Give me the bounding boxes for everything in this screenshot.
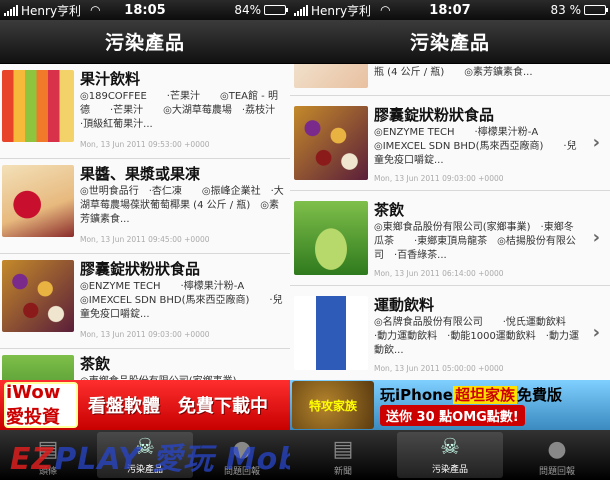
tab-news[interactable]: ▤ 新聞	[290, 430, 396, 480]
list-item[interactable]: 果醬、果漿或果凍 ◎世明食品行 ·杏仁凍 ◎振峰企業社 ·大湖草莓農場葆狀葡萄椰果…	[0, 159, 290, 254]
speech-bubble-icon: ●	[232, 437, 252, 462]
product-thumbnail	[294, 106, 368, 180]
list-item[interactable]: 果汁飲料 ◎189COFFEE ·芒果汁 ◎TEA館 - 明德 ·芒果汁 ◎大湖草…	[0, 64, 290, 159]
list-item[interactable]: 膠囊錠狀粉狀食品 ◎ENZYME TECH ·檸檬果汁粉-A ◎IMEXCEL S…	[0, 254, 290, 349]
tab-report-issue[interactable]: ● 問題回報	[504, 430, 610, 480]
product-desc: ◎世明食品行 ·杏仁凍 ◎振峰企業社 ·大湖草莓農場葆狀葡萄椰果 (4 公斤 /…	[80, 186, 284, 225]
carrier-label: Henry亨利	[21, 3, 82, 18]
product-date: Mon, 13 Jun 2011 09:45:00 +0000	[80, 235, 210, 244]
battery-icon	[584, 5, 608, 15]
product-title: 果醬、果漿或果凍	[80, 165, 201, 183]
ad-banner[interactable]: iWow 愛投資 看盤軟體 免費下載中	[0, 380, 290, 430]
signal-icon	[294, 4, 308, 16]
product-desc: ◎東鄉食品股份有限公司(家鄉事業) ·東鄉冬瓜茶 ·東鄉東頂烏龍茶 ◎桔揚股份有…	[374, 222, 576, 261]
list-item[interactable]: 膠囊錠狀粉狀食品 ◎ENZYME TECH ·檸檬果汁粉-A ◎IMEXCEL S…	[290, 96, 610, 191]
status-bar: Henry亨利 ◠ 18:05 84%	[0, 0, 290, 20]
product-title: 膠囊錠狀粉狀食品	[374, 106, 495, 124]
product-title: 茶飲	[374, 201, 405, 219]
product-desc: ◎189COFFEE ·芒果汁 ◎TEA館 - 明德 ·芒果汁 ◎大湖草莓農場 …	[80, 91, 284, 130]
newspaper-icon: ▤	[332, 437, 354, 462]
ad-banner[interactable]: 特攻家族 玩iPhone 超坦家族 免費版 送你 30 點OMG點數!	[290, 380, 610, 430]
chevron-right-icon: ›	[592, 132, 600, 153]
tab-polluted-products[interactable]: ☠ 污染產品	[397, 432, 503, 478]
tab-report-issue[interactable]: ● 問題回報	[194, 430, 290, 480]
product-list[interactable]: 果汁飲料 ◎189COFFEE ·芒果汁 ◎TEA館 - 明德 ·芒果汁 ◎大湖草…	[0, 64, 290, 400]
product-desc: ◎名牌食品股份有限公司 ·悅氏運動飲料 ·動力運動飲料 ·動能1000運動飲料 …	[374, 317, 582, 356]
ad-text: 玩iPhone 超坦家族 免費版 送你 30 點OMG點數!	[380, 386, 563, 426]
product-list[interactable]: 瓶 (4 公斤 / 瓶) ◎素芳鑛素食... 膠囊錠狀粉狀食品 ◎ENZYME T…	[290, 64, 610, 400]
product-date: Mon, 13 Jun 2011 06:14:00 +0000	[374, 269, 504, 278]
signal-icon	[4, 4, 18, 16]
skull-icon: ☠	[135, 435, 155, 460]
product-desc: ◎ENZYME TECH ·檸檬果汁粉-A ◎IMEXCEL SDN BHD(馬…	[80, 281, 283, 320]
product-thumbnail	[2, 165, 74, 237]
product-date: Mon, 13 Jun 2011 09:03:00 +0000	[374, 174, 504, 183]
left-screen: Henry亨利 ◠ 18:05 84% 污染產品 果汁飲料 ◎189COFFEE …	[0, 0, 290, 480]
battery: 84%	[234, 3, 288, 17]
product-thumbnail	[2, 70, 74, 142]
list-item-partial[interactable]: 瓶 (4 公斤 / 瓶) ◎素芳鑛素食...	[290, 64, 610, 96]
product-thumbnail	[294, 201, 368, 275]
wifi-icon: ◠	[90, 3, 101, 17]
tab-bar: ▤ 頭條 ☠ 污染產品 ● 問題回報	[0, 430, 290, 480]
carrier: Henry亨利 ◠	[4, 2, 101, 19]
battery: 83 %	[550, 3, 608, 17]
newspaper-icon: ▤	[37, 437, 59, 462]
product-date: Mon, 13 Jun 2011 09:53:00 +0000	[80, 140, 210, 149]
product-desc: 瓶 (4 公斤 / 瓶) ◎素芳鑛素食...	[374, 67, 533, 78]
wifi-icon: ◠	[380, 3, 391, 17]
ad-logo: iWow 愛投資	[4, 382, 78, 428]
status-bar: Henry亨利 ◠ 18:07 83 %	[290, 0, 610, 20]
nav-title: 污染產品	[0, 20, 290, 64]
carrier-label: Henry亨利	[311, 3, 372, 18]
tab-label: 問題回報	[538, 467, 575, 477]
product-thumbnail	[294, 296, 368, 370]
right-screen: Henry亨利 ◠ 18:07 83 % 污染產品 瓶 (4 公斤 / 瓶) ◎…	[290, 0, 610, 480]
tab-label: 污染產品	[126, 465, 163, 475]
tab-polluted-products[interactable]: ☠ 污染產品	[97, 432, 193, 478]
list-item[interactable]: 運動飲料 ◎名牌食品股份有限公司 ·悅氏運動飲料 ·動力運動飲料 ·動能1000運…	[290, 286, 610, 381]
chevron-right-icon: ›	[592, 227, 600, 248]
product-date: Mon, 13 Jun 2011 05:00:00 +0000	[374, 364, 504, 373]
product-thumbnail	[294, 64, 368, 88]
tab-label: 問題回報	[223, 467, 260, 477]
tab-bar: ▤ 新聞 ☠ 污染產品 ● 問題回報	[290, 430, 610, 480]
product-title: 運動飲料	[374, 296, 435, 314]
ad-text: 看盤軟體 免費下載中	[88, 396, 268, 417]
battery-icon	[264, 5, 288, 15]
product-title: 果汁飲料	[80, 70, 141, 88]
product-date: Mon, 13 Jun 2011 09:03:00 +0000	[80, 330, 210, 339]
list-item[interactable]: 茶飲 ◎東鄉食品股份有限公司(家鄉事業) ·東鄉冬瓜茶 ·東鄉東頂烏龍茶 ◎桔揚股…	[290, 191, 610, 286]
tab-label: 新聞	[333, 467, 352, 477]
skull-icon: ☠	[440, 435, 460, 460]
tab-label: 污染產品	[431, 465, 468, 475]
tab-label: 頭條	[38, 467, 57, 477]
battery-percent: 84%	[234, 3, 261, 17]
product-title: 膠囊錠狀粉狀食品	[80, 260, 201, 278]
product-thumbnail	[2, 260, 74, 332]
nav-title: 污染產品	[290, 20, 610, 64]
ad-game-art: 特攻家族	[292, 381, 374, 429]
product-desc: ◎ENZYME TECH ·檸檬果汁粉-A ◎IMEXCEL SDN BHD(馬…	[374, 127, 577, 166]
speech-bubble-icon: ●	[547, 437, 567, 462]
chevron-right-icon: ›	[592, 322, 600, 343]
tab-news[interactable]: ▤ 頭條	[0, 430, 96, 480]
carrier: Henry亨利 ◠	[294, 2, 391, 19]
battery-percent: 83 %	[550, 3, 582, 17]
product-title: 茶飲	[80, 355, 111, 373]
